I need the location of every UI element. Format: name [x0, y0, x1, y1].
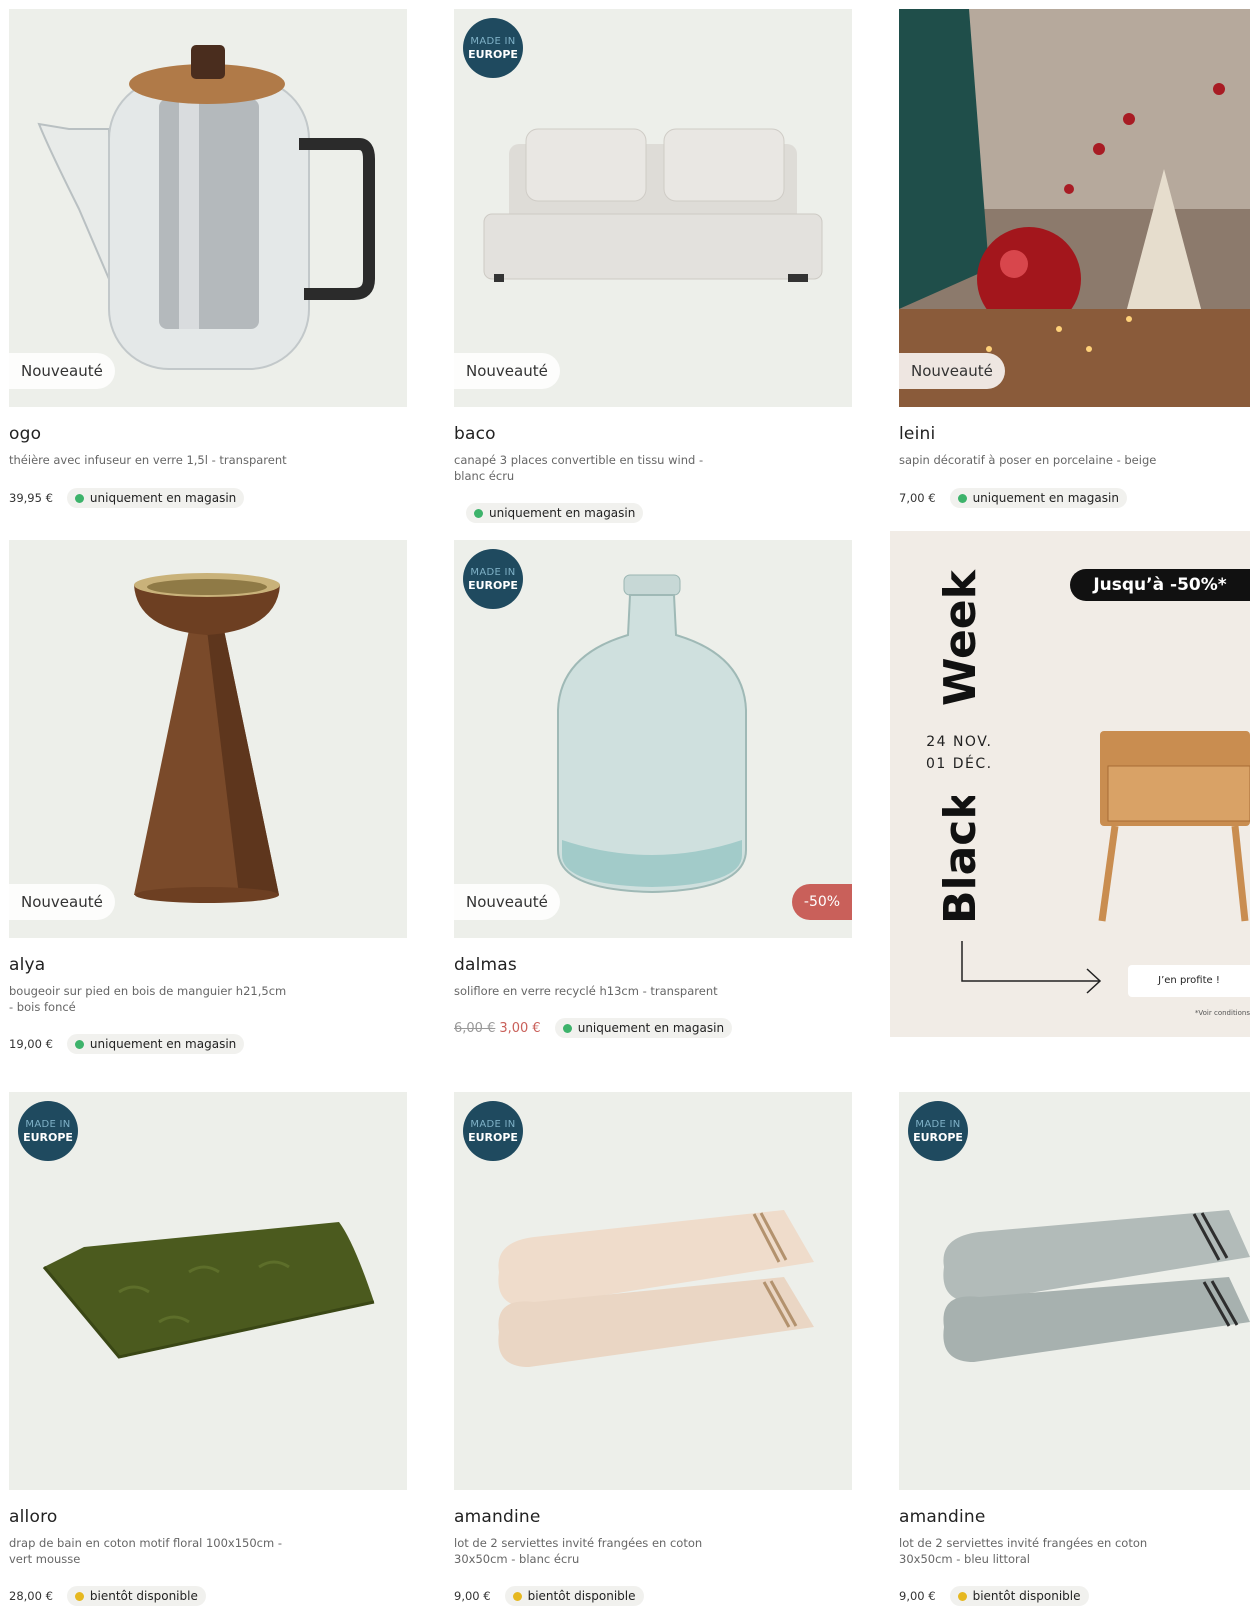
discount-badge: -50% [792, 884, 852, 920]
candle-holder-image [134, 573, 280, 903]
made-in-europe-badge: MADE IN EUROPE [463, 1101, 523, 1161]
price-row: uniquement en magasin [466, 503, 644, 523]
price-row: 9,00 € bientôt disponible [454, 1586, 644, 1606]
availability-text: uniquement en magasin [489, 506, 636, 520]
product-price: 9,00 € [454, 1589, 491, 1603]
new-badge: Nouveauté [9, 353, 115, 389]
product-name[interactable]: leini [899, 424, 935, 444]
svg-text:Black: Black [935, 796, 986, 924]
price-row: 7,00 € uniquement en magasin [899, 488, 1127, 508]
product-image[interactable]: MADE IN EUROPE Nouveauté [454, 9, 852, 407]
product-image[interactable]: MADE IN EUROPE [454, 1092, 852, 1490]
product-image[interactable]: MADE IN EUROPE [899, 1092, 1250, 1490]
black-week-banner[interactable]: Week 24 NOV. 01 DÉC. Black Jusqu’à -50%*… [890, 531, 1250, 1037]
availability-text: uniquement en magasin [89, 1037, 237, 1051]
availability-badge: uniquement en magasin [554, 1018, 733, 1038]
product-description: théière avec infuseur en verre 1,5l - tr… [9, 453, 287, 467]
banner-promo: Jusqu’à -50%* [1070, 569, 1250, 601]
availability-dot-icon [74, 493, 84, 503]
product-description: soliflore en verre recyclé h13cm - trans… [454, 984, 718, 998]
made-in-europe-badge: MADE IN EUROPE [908, 1101, 968, 1161]
price-row: 9,00 € bientôt disponible [899, 1586, 1089, 1606]
availability-badge: bientôt disponible [66, 1586, 206, 1606]
new-badge: Nouveauté [9, 884, 115, 920]
nightstand-image [1098, 731, 1250, 922]
product-price: 19,00 € [9, 1037, 53, 1051]
product-name[interactable]: amandine [899, 1507, 986, 1527]
new-badge: Nouveauté [454, 884, 560, 920]
new-badge: Nouveauté [899, 353, 1005, 389]
price-row: 39,95 € uniquement en magasin [9, 488, 245, 508]
arrow-right-icon [961, 941, 1102, 994]
product-image[interactable]: MADE IN EUROPE Nouveauté -50% [454, 540, 852, 938]
availability-text: uniquement en magasin [577, 1021, 725, 1035]
product-description: lot de 2 serviettes invité frangées en c… [454, 1536, 703, 1566]
availability-dot-icon [74, 1039, 84, 1049]
availability-text: uniquement en magasin [972, 491, 1119, 505]
availability-dot-icon [74, 1591, 84, 1601]
sale-price: 3,00 € [499, 1020, 541, 1036]
product-description: lot de 2 serviettes invité frangées en c… [899, 1536, 1148, 1566]
product-image[interactable]: Nouveauté [899, 9, 1250, 407]
product-price: 28,00 € [9, 1589, 53, 1603]
old-price: 6,00 € [454, 1020, 496, 1036]
price-row: 28,00 € bientôt disponible [9, 1586, 206, 1606]
banner-dates: 24 NOV. 01 DÉC. [926, 731, 993, 775]
price-row: 19,00 € uniquement en magasin [9, 1034, 245, 1054]
product-description: bougeoir sur pied en bois de manguier h2… [9, 984, 287, 1014]
product-name[interactable]: alloro [9, 1507, 57, 1527]
availability-badge: uniquement en magasin [949, 488, 1127, 508]
product-name[interactable]: ogo [9, 424, 41, 444]
product-image[interactable]: Nouveauté [9, 9, 407, 407]
availability-dot-icon [957, 493, 967, 503]
product-price: 9,00 € [899, 1589, 936, 1603]
availability-badge: uniquement en magasin [66, 488, 245, 508]
availability-dot-icon [474, 508, 483, 518]
product-name[interactable]: baco [454, 424, 496, 444]
christmas-decor-image [899, 9, 1250, 407]
product-description: drap de bain en coton motif floral 100x1… [9, 1536, 283, 1566]
product-name[interactable]: alya [9, 955, 45, 975]
teapot-image [37, 45, 375, 370]
availability-badge: bientôt disponible [949, 1586, 1089, 1606]
banner-conditions-note[interactable]: *Voir conditions [1195, 1009, 1250, 1017]
product-description: canapé 3 places convertible en tissu win… [454, 453, 704, 483]
product-image[interactable]: MADE IN EUROPE [9, 1092, 407, 1490]
product-image[interactable]: Nouveauté [9, 540, 407, 938]
availability-text: bientôt disponible [972, 1589, 1081, 1603]
product-price: 7,00 € [899, 491, 936, 505]
availability-badge: uniquement en magasin [466, 503, 644, 523]
availability-text: bientôt disponible [89, 1589, 198, 1603]
banner-date-start: 24 NOV. [926, 734, 993, 750]
availability-badge: uniquement en magasin [66, 1034, 245, 1054]
availability-text: uniquement en magasin [89, 491, 237, 505]
price-row: 6,00 € 3,00 € uniquement en magasin [454, 1018, 733, 1038]
new-badge: Nouveauté [454, 353, 560, 389]
svg-text:Week: Week [935, 568, 986, 706]
availability-dot-icon [512, 1591, 522, 1601]
product-description: sapin décoratif à poser en porcelaine - … [899, 453, 1157, 467]
availability-dot-icon [957, 1591, 967, 1601]
made-in-europe-badge: MADE IN EUROPE [463, 549, 523, 609]
availability-badge: bientôt disponible [504, 1586, 644, 1606]
product-name[interactable]: amandine [454, 1507, 541, 1527]
made-in-europe-badge: MADE IN EUROPE [463, 18, 523, 78]
made-in-europe-badge: MADE IN EUROPE [18, 1101, 78, 1161]
product-price: 39,95 € [9, 491, 53, 505]
banner-date-end: 01 DÉC. [926, 756, 993, 772]
banner-cta-button[interactable]: J’en profite ! [1128, 965, 1250, 997]
availability-text: bientôt disponible [527, 1589, 636, 1603]
product-name[interactable]: dalmas [454, 955, 517, 975]
availability-dot-icon [562, 1023, 572, 1033]
banner-word-week: Week [935, 568, 986, 706]
banner-word-black: Black [935, 796, 986, 924]
